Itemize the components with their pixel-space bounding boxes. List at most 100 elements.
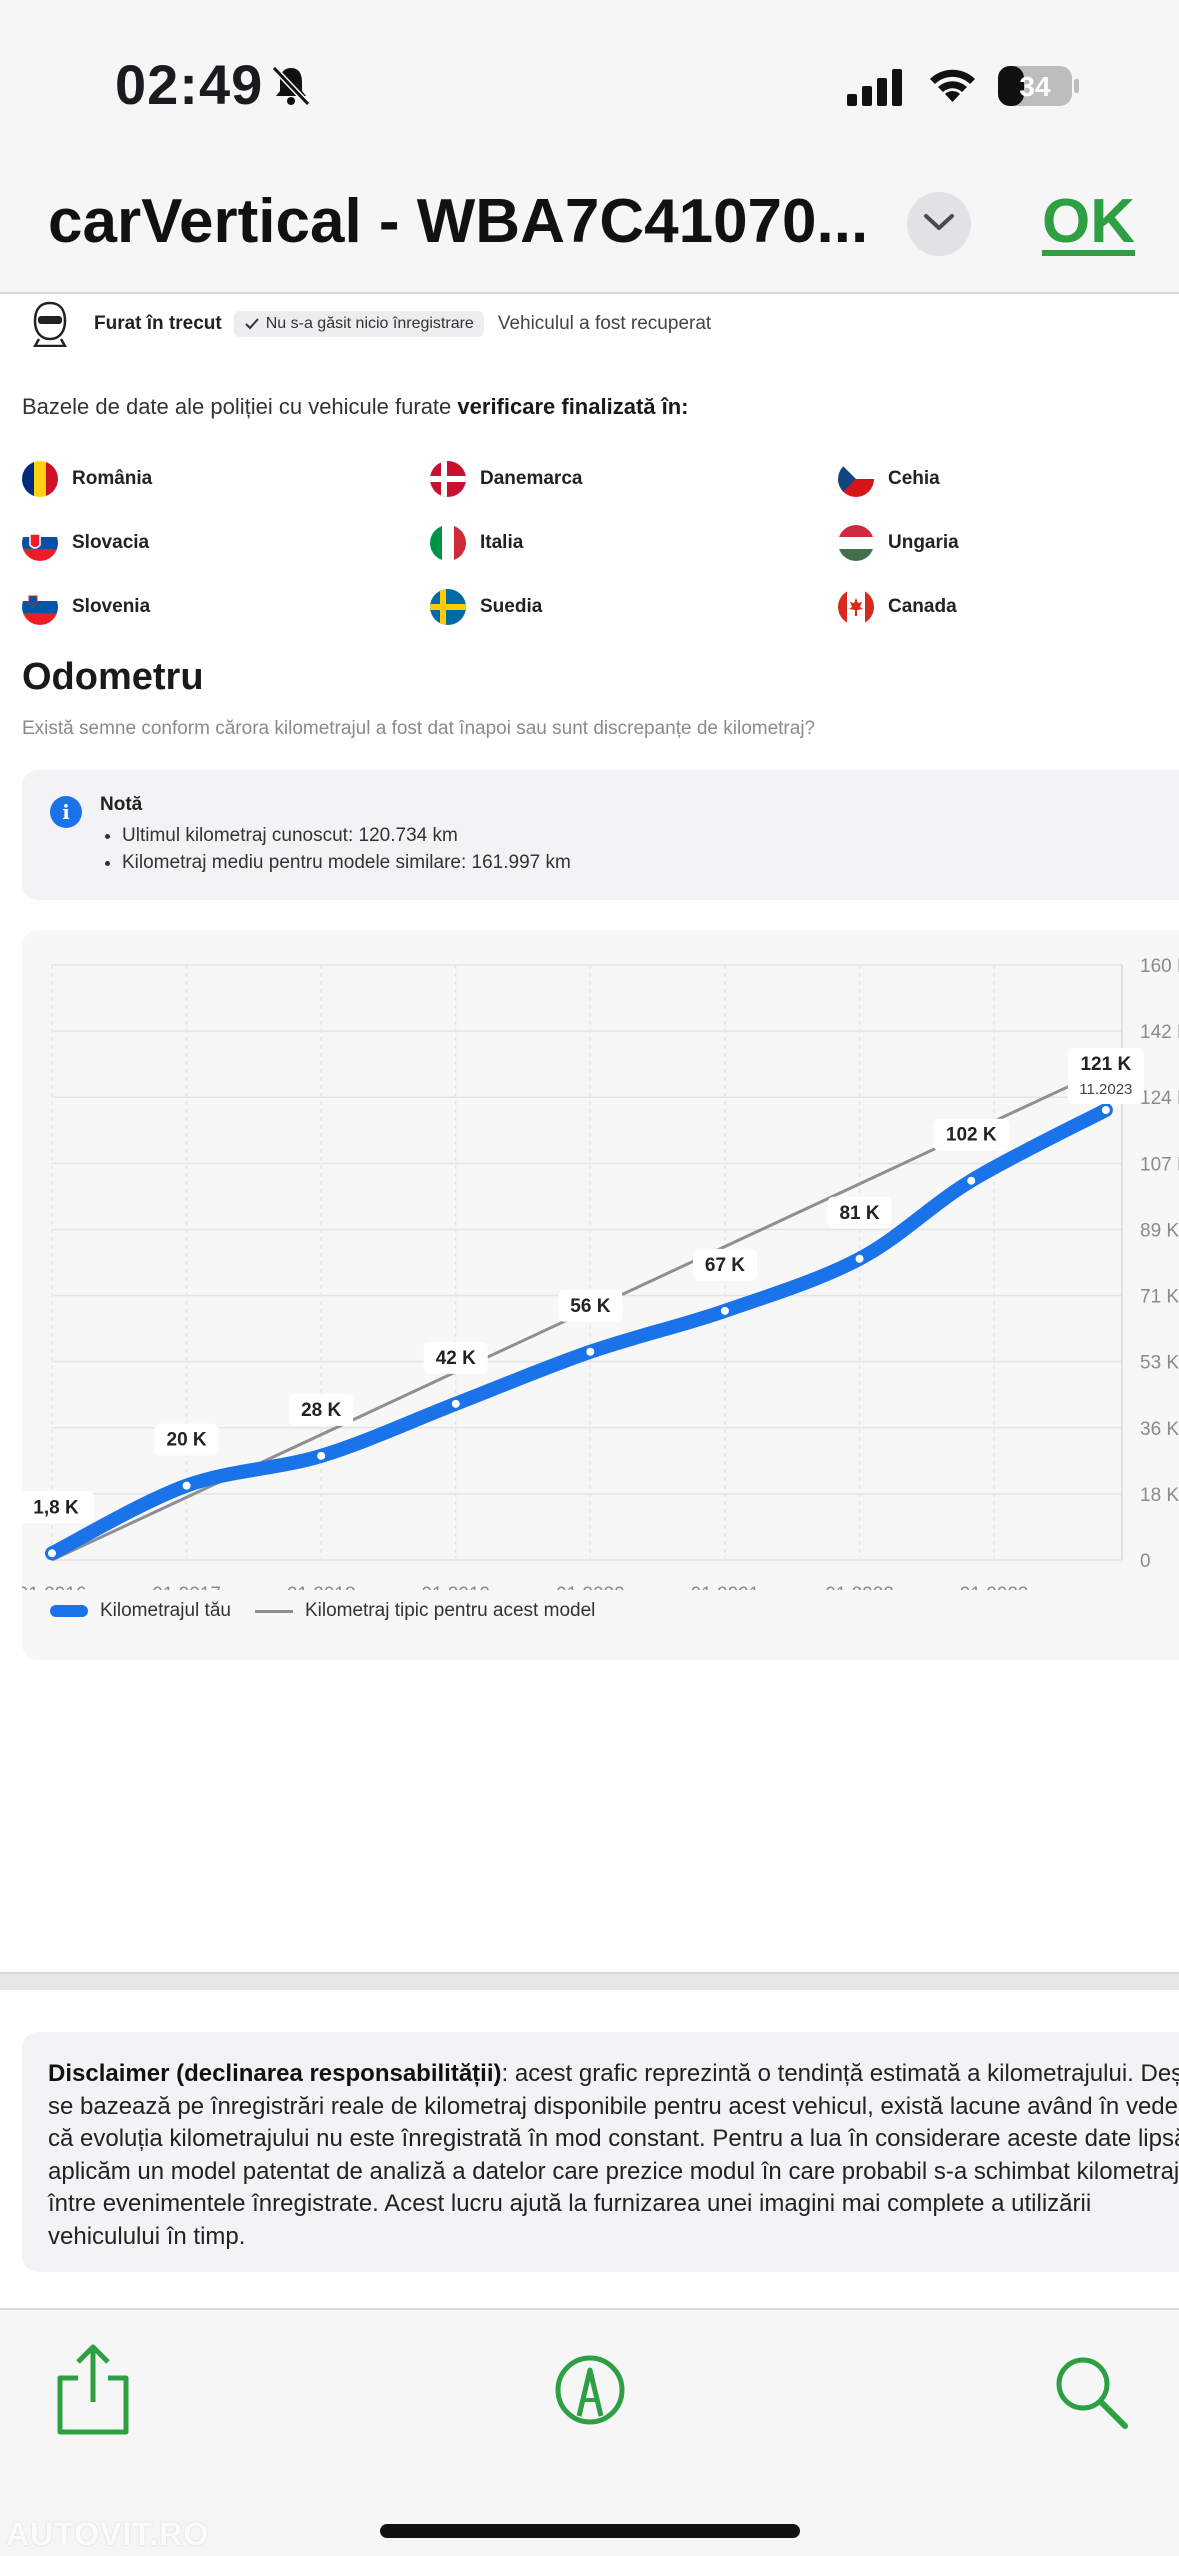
- y-tick-label: 160 K: [1140, 956, 1179, 977]
- police-db-prefix: Bazele de date ale poliției cu vehicule …: [22, 394, 458, 419]
- country-name: Danemarca: [480, 468, 583, 489]
- battery-icon: 34: [998, 64, 1080, 108]
- data-label: 81 K: [839, 1203, 879, 1224]
- no-record-chip: Nu s-a găsit nicio înregistrare: [233, 311, 484, 337]
- markup-icon[interactable]: [545, 2340, 635, 2440]
- flag-romania-icon: [22, 461, 58, 497]
- country-name: Ungaria: [888, 532, 959, 553]
- browser-header: carVertical - WBA7C41070... OK: [0, 170, 1179, 294]
- watermark: AUTOVIT.RO: [6, 2516, 210, 2552]
- bell-muted-icon: [271, 65, 311, 107]
- country-item: Cehia: [838, 461, 940, 497]
- ok-button[interactable]: OK: [1042, 186, 1135, 257]
- data-label: 20 K: [167, 1430, 207, 1451]
- search-icon[interactable]: [1045, 2340, 1135, 2440]
- y-tick-label: 53 K: [1140, 1353, 1179, 1374]
- y-tick-label: 142 K: [1140, 1022, 1179, 1043]
- odometer-chart-card: 0 18 K 36 K 53 K 71 K 89 K 107 K 124 K 142 K 160 …: [22, 930, 1179, 1660]
- flag-italy-icon: [430, 525, 466, 561]
- info-icon: i: [50, 796, 82, 828]
- y-tick-label: 89 K: [1140, 1220, 1179, 1241]
- recovered-status: Vehiculul a fost recuperat: [497, 313, 712, 334]
- battery-level: 34: [1019, 71, 1051, 102]
- no-record-chip-label: Nu s-a găsit nicio înregistrare: [265, 315, 474, 332]
- note-item: Ultimul kilometraj cunoscut: 120.734 km: [122, 822, 571, 849]
- note-list: Ultimul kilometraj cunoscut: 120.734 km …: [122, 822, 571, 876]
- data-point: [965, 1174, 978, 1187]
- status-time: 02:49: [115, 53, 264, 116]
- disclaimer-text: Disclaimer (declinarea responsabilității…: [48, 2058, 1179, 2253]
- data-point: [584, 1345, 597, 1358]
- x-tick-label: 01.2016: [22, 1584, 86, 1590]
- y-tick-label: 36 K: [1140, 1419, 1179, 1440]
- country-item: Canada: [838, 589, 957, 625]
- share-icon[interactable]: [48, 2340, 138, 2440]
- section-divider: [0, 1972, 1179, 1990]
- data-point: [853, 1252, 866, 1265]
- data-label: 102 K: [946, 1125, 997, 1146]
- stolen-history-row: Furat în trecut Nu s-a găsit nicio înreg…: [30, 296, 711, 352]
- check-icon: [245, 318, 259, 330]
- data-label: 1,8 K: [33, 1497, 79, 1518]
- chevron-down-button[interactable]: [907, 192, 971, 256]
- flag-denmark-icon: [430, 461, 466, 497]
- report-content: Furat în trecut Nu s-a găsit nicio înreg…: [0, 296, 1179, 1974]
- police-db-bold: verificare finalizată în:: [457, 394, 689, 419]
- data-point: [718, 1304, 731, 1317]
- data-point: [315, 1449, 328, 1462]
- flag-slovakia-icon: [22, 525, 58, 561]
- x-tick-label: 01.2019: [421, 1584, 490, 1590]
- data-sublabel: 11.2023: [1079, 1081, 1132, 1098]
- country-item: România: [22, 461, 152, 497]
- y-tick-label: 0: [1140, 1551, 1151, 1572]
- note-box: i Notă Ultimul kilometraj cunoscut: 120.…: [22, 770, 1179, 900]
- country-item: Slovenia: [22, 589, 150, 625]
- y-tick-label: 18 K: [1140, 1485, 1179, 1506]
- flag-slovenia-icon: [22, 589, 58, 625]
- legend-label: Kilometrajul tău: [100, 1600, 231, 1621]
- country-name: Italia: [480, 532, 524, 553]
- legend-swatch-blue: [50, 1605, 88, 1617]
- note-title: Notă: [100, 794, 143, 815]
- data-label: 67 K: [705, 1255, 745, 1276]
- data-label: 121 K: [1080, 1054, 1131, 1075]
- x-tick-label: 01.2021: [691, 1584, 760, 1590]
- legend-swatch-gray: [254, 1609, 293, 1613]
- stolen-label: Furat în trecut: [94, 313, 222, 334]
- thief-icon: [32, 301, 68, 347]
- x-tick-label: 01.2022: [825, 1584, 894, 1590]
- flag-canada-icon: [838, 589, 874, 625]
- police-db-text: Bazele de date ale poliției cu vehicule …: [22, 394, 689, 420]
- data-point: [180, 1479, 193, 1492]
- disclaimer-body: : acest grafic reprezintă o tendință est…: [48, 2060, 1179, 2250]
- flag-sweden-icon: [430, 589, 466, 625]
- country-item: Suedia: [430, 589, 542, 625]
- x-tick-label: 01.2017: [152, 1584, 221, 1590]
- y-tick-label: 107 K: [1140, 1154, 1179, 1175]
- legend-label: Kilometraj tipic pentru acest model: [304, 1600, 596, 1621]
- x-tick-label: 01.2018: [287, 1584, 356, 1590]
- page-title: carVertical - WBA7C41070...: [48, 187, 869, 256]
- status-bar: 02:49 34: [0, 0, 1179, 170]
- country-name: Slovenia: [72, 596, 151, 617]
- disclaimer-bold: Disclaimer (declinarea responsabilității…: [48, 2060, 502, 2087]
- note-item: Kilometraj mediu pentru modele similare:…: [122, 849, 571, 876]
- odometer-chart: 0 18 K 36 K 53 K 71 K 89 K 107 K 124 K 142 K 160 …: [22, 956, 1179, 1590]
- country-name: Suedia: [480, 596, 543, 617]
- country-item: Ungaria: [838, 525, 959, 561]
- data-label: 42 K: [436, 1348, 476, 1369]
- y-tick-label: 71 K: [1140, 1287, 1179, 1308]
- data-point: [46, 1547, 58, 1560]
- country-name: România: [72, 468, 153, 489]
- country-name: Slovacia: [72, 532, 150, 553]
- bottom-toolbar: AUTOVIT.RO: [0, 2308, 1179, 2556]
- wifi-icon: [930, 69, 975, 102]
- flag-czechia-icon: [838, 461, 874, 497]
- chevron-down-icon: [924, 214, 954, 230]
- odometer-title: Odometru: [22, 656, 204, 698]
- data-point: [449, 1397, 462, 1410]
- country-name: Canada: [888, 596, 957, 617]
- home-indicator[interactable]: [380, 2524, 800, 2538]
- disclaimer-box: Disclaimer (declinarea responsabilității…: [22, 2032, 1179, 2272]
- cellular-signal-icon: [847, 69, 902, 106]
